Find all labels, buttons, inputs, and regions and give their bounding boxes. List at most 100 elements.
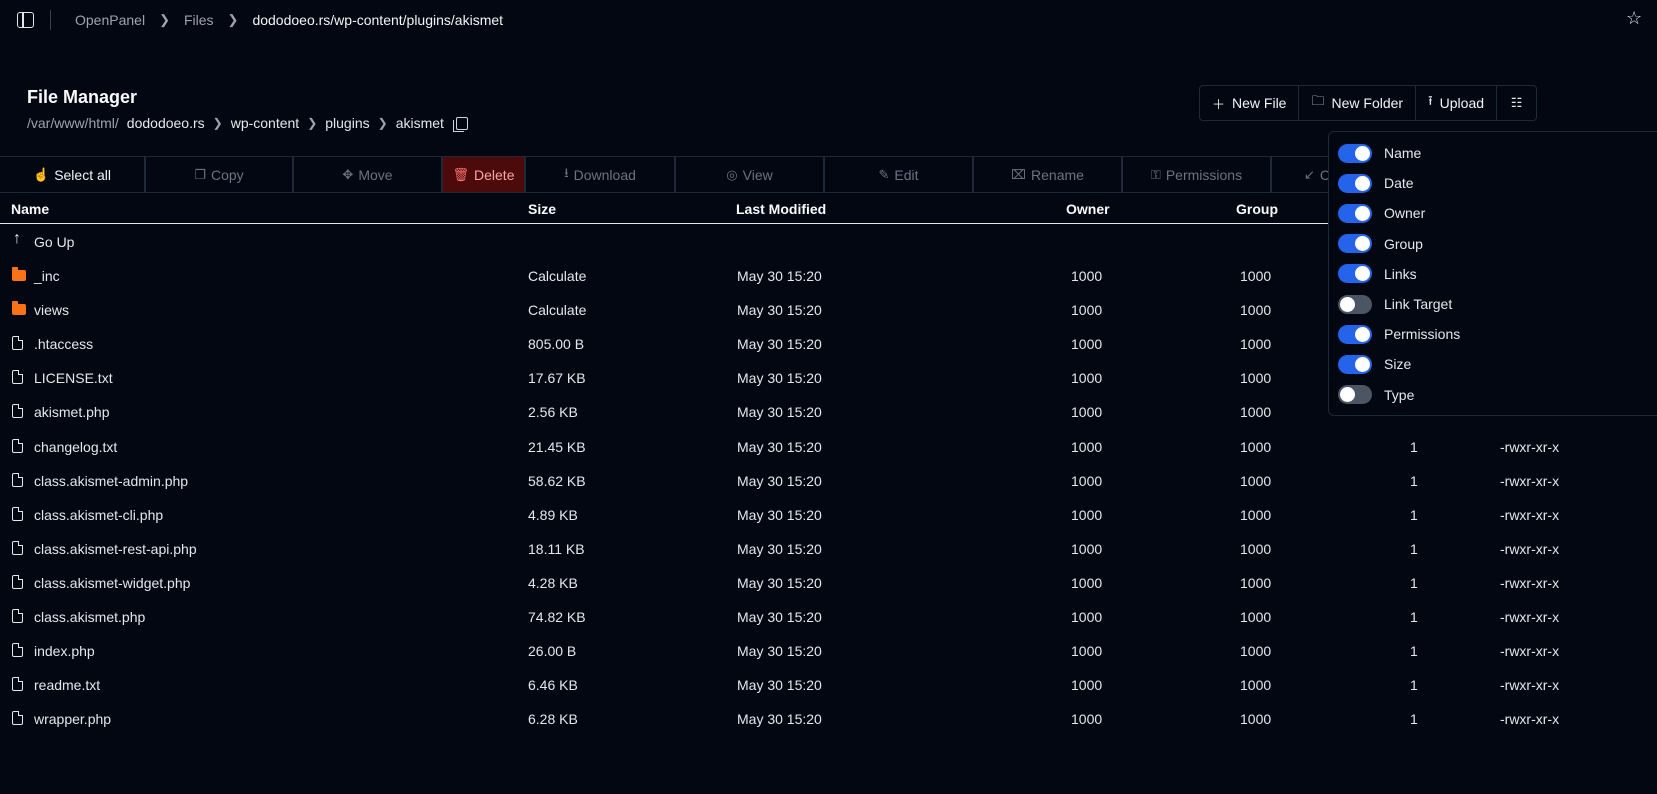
- view-button[interactable]: ◎ View: [676, 157, 825, 192]
- table-row[interactable]: changelog.txt 21.45 KB May 30 15:20 1000 100…: [0, 429, 1657, 463]
- table-row[interactable]: wrapper.php 6.28 KB May 30 15:20 1000 1000 1 -…: [0, 701, 1657, 735]
- download-label: Download: [573, 166, 636, 183]
- table-row[interactable]: class.akismet-widget.php 4.28 KB May 30 15…: [0, 565, 1657, 599]
- rename-button[interactable]: ⌧ Rename: [974, 157, 1123, 192]
- column-toggle-row: Size: [1338, 354, 1411, 374]
- column-header-name[interactable]: Name: [11, 201, 49, 217]
- file-icon: [12, 711, 23, 726]
- column-toggle-switch[interactable]: [1338, 385, 1372, 405]
- file-group: 1000: [1240, 574, 1272, 591]
- file-size: 21.45 KB: [528, 438, 586, 455]
- copy-label: Copy: [210, 166, 244, 183]
- copy-button[interactable]: ❐ Copy: [146, 157, 294, 192]
- file-permissions: -rwxr-xr-x: [1500, 540, 1560, 557]
- column-toggle-switch[interactable]: [1338, 264, 1372, 284]
- table-row[interactable]: class.akismet-rest-api.php 18.11 KB May 30…: [0, 531, 1657, 565]
- column-toggle-switch[interactable]: [1338, 234, 1372, 254]
- path-segment[interactable]: plugins: [325, 115, 369, 131]
- permissions-button[interactable]: ⚿ Permissions: [1123, 157, 1272, 192]
- file-size: 58.62 KB: [528, 472, 586, 489]
- plus-icon: ＋: [1212, 96, 1226, 112]
- file-permissions: -rwxr-xr-x: [1500, 643, 1560, 660]
- column-toggle-switch[interactable]: [1338, 294, 1372, 314]
- sliders-icon: ☷: [1510, 95, 1523, 110]
- column-toggle-row: Group: [1338, 234, 1423, 254]
- file-owner: 1000: [1071, 268, 1103, 285]
- column-toggle-switch[interactable]: [1338, 324, 1372, 344]
- breadcrumb-files[interactable]: Files: [184, 12, 214, 28]
- sidebar-toggle-icon[interactable]: [17, 12, 34, 28]
- file-modified: May 30 15:20: [737, 336, 822, 353]
- upload-button[interactable]: ⭱ Upload: [1416, 86, 1498, 120]
- column-toggle-row: Name: [1338, 143, 1421, 163]
- file-icon: [12, 506, 23, 521]
- file-owner: 1000: [1071, 506, 1103, 523]
- pencil-icon: ✎: [878, 166, 890, 182]
- file-owner: 1000: [1071, 677, 1103, 694]
- column-header-size[interactable]: Size: [528, 201, 556, 217]
- column-header-group[interactable]: Group: [1236, 201, 1278, 217]
- column-toggle-switch[interactable]: [1338, 143, 1372, 163]
- column-visibility-panel: Name Date Owner Group Links Link Target Permis…: [1328, 131, 1657, 416]
- chevron-right-icon: ❯: [307, 116, 318, 130]
- chevron-right-icon: ❯: [212, 116, 223, 130]
- breadcrumb-openpanel[interactable]: OpenPanel: [75, 12, 145, 28]
- table-row[interactable]: class.akismet-cli.php 4.89 KB May 30 15:20…: [0, 497, 1657, 531]
- page-title: File Manager: [27, 87, 138, 107]
- column-toggle-switch[interactable]: [1338, 203, 1372, 223]
- file-links: 1: [1410, 472, 1418, 489]
- switch-knob: [1355, 356, 1370, 372]
- column-header-owner[interactable]: Owner: [1066, 201, 1110, 217]
- delete-button[interactable]: 🗑 Delete: [443, 157, 526, 192]
- new-folder-button[interactable]: 🗀 New Folder: [1299, 86, 1417, 120]
- table-row[interactable]: class.akismet-admin.php 58.62 KB May 30 15…: [0, 463, 1657, 497]
- divider: [50, 10, 51, 30]
- file-size: 6.46 KB: [528, 677, 578, 694]
- edit-button[interactable]: ✎ Edit: [825, 157, 974, 192]
- file-name: index.php: [34, 643, 95, 660]
- key-icon: ⚿: [1150, 166, 1161, 182]
- file-name: class.akismet-cli.php: [34, 506, 164, 523]
- column-header-modified[interactable]: Last Modified: [736, 201, 826, 217]
- switch-knob: [1355, 205, 1370, 221]
- file-permissions: -rwxr-xr-x: [1500, 472, 1560, 489]
- file-icon: [12, 404, 23, 419]
- file-modified: May 30 15:20: [737, 268, 822, 285]
- folder-icon: [12, 267, 26, 282]
- select-all-button[interactable]: ☝ Select all: [0, 157, 146, 192]
- star-icon[interactable]: ☆: [1626, 8, 1642, 29]
- file-modified: May 30 15:20: [737, 711, 822, 728]
- table-row[interactable]: index.php 26.00 B May 30 15:20 1000 1000 1 -rw…: [0, 633, 1657, 667]
- move-button[interactable]: ✥ Move: [294, 157, 443, 192]
- file-modified: May 30 15:20: [737, 472, 822, 489]
- column-toggle-switch[interactable]: [1338, 354, 1372, 374]
- file-size: 6.28 KB: [528, 711, 578, 728]
- file-owner: 1000: [1071, 370, 1103, 387]
- file-size[interactable]: Calculate: [528, 302, 586, 318]
- file-modified: May 30 15:20: [737, 574, 822, 591]
- path-root[interactable]: /var/www/html/: [27, 115, 119, 131]
- file-size: 18.11 KB: [528, 540, 585, 557]
- select-all-label: Select all: [54, 166, 111, 183]
- file-links: 1: [1410, 438, 1418, 455]
- file-icon: [12, 336, 23, 351]
- copy-path-icon[interactable]: [452, 116, 468, 132]
- column-toggle-switch[interactable]: [1338, 173, 1372, 193]
- file-icon: [12, 370, 23, 385]
- path-segment[interactable]: wp-content: [231, 115, 299, 131]
- file-icon: [12, 677, 23, 692]
- table-row[interactable]: readme.txt 6.46 KB May 30 15:20 1000 1000 1 -r…: [0, 667, 1657, 701]
- file-modified: May 30 15:20: [737, 370, 822, 387]
- column-toggle-label: Name: [1384, 145, 1422, 161]
- path-segment[interactable]: akismet: [396, 115, 444, 131]
- table-row[interactable]: class.akismet.php 74.82 KB May 30 15:20 100…: [0, 599, 1657, 633]
- file-modified: May 30 15:20: [737, 404, 822, 421]
- path-segment[interactable]: dododoeo.rs: [127, 115, 205, 131]
- file-size[interactable]: Calculate: [528, 268, 586, 284]
- column-settings-button[interactable]: ☷: [1497, 86, 1536, 120]
- file-permissions: -rwxr-xr-x: [1500, 711, 1560, 728]
- download-button[interactable]: ⭳ Download: [526, 157, 676, 192]
- new-file-button[interactable]: ＋ New File: [1200, 86, 1300, 120]
- file-modified: May 30 15:20: [737, 540, 822, 557]
- column-toggle-label: Owner: [1384, 205, 1426, 222]
